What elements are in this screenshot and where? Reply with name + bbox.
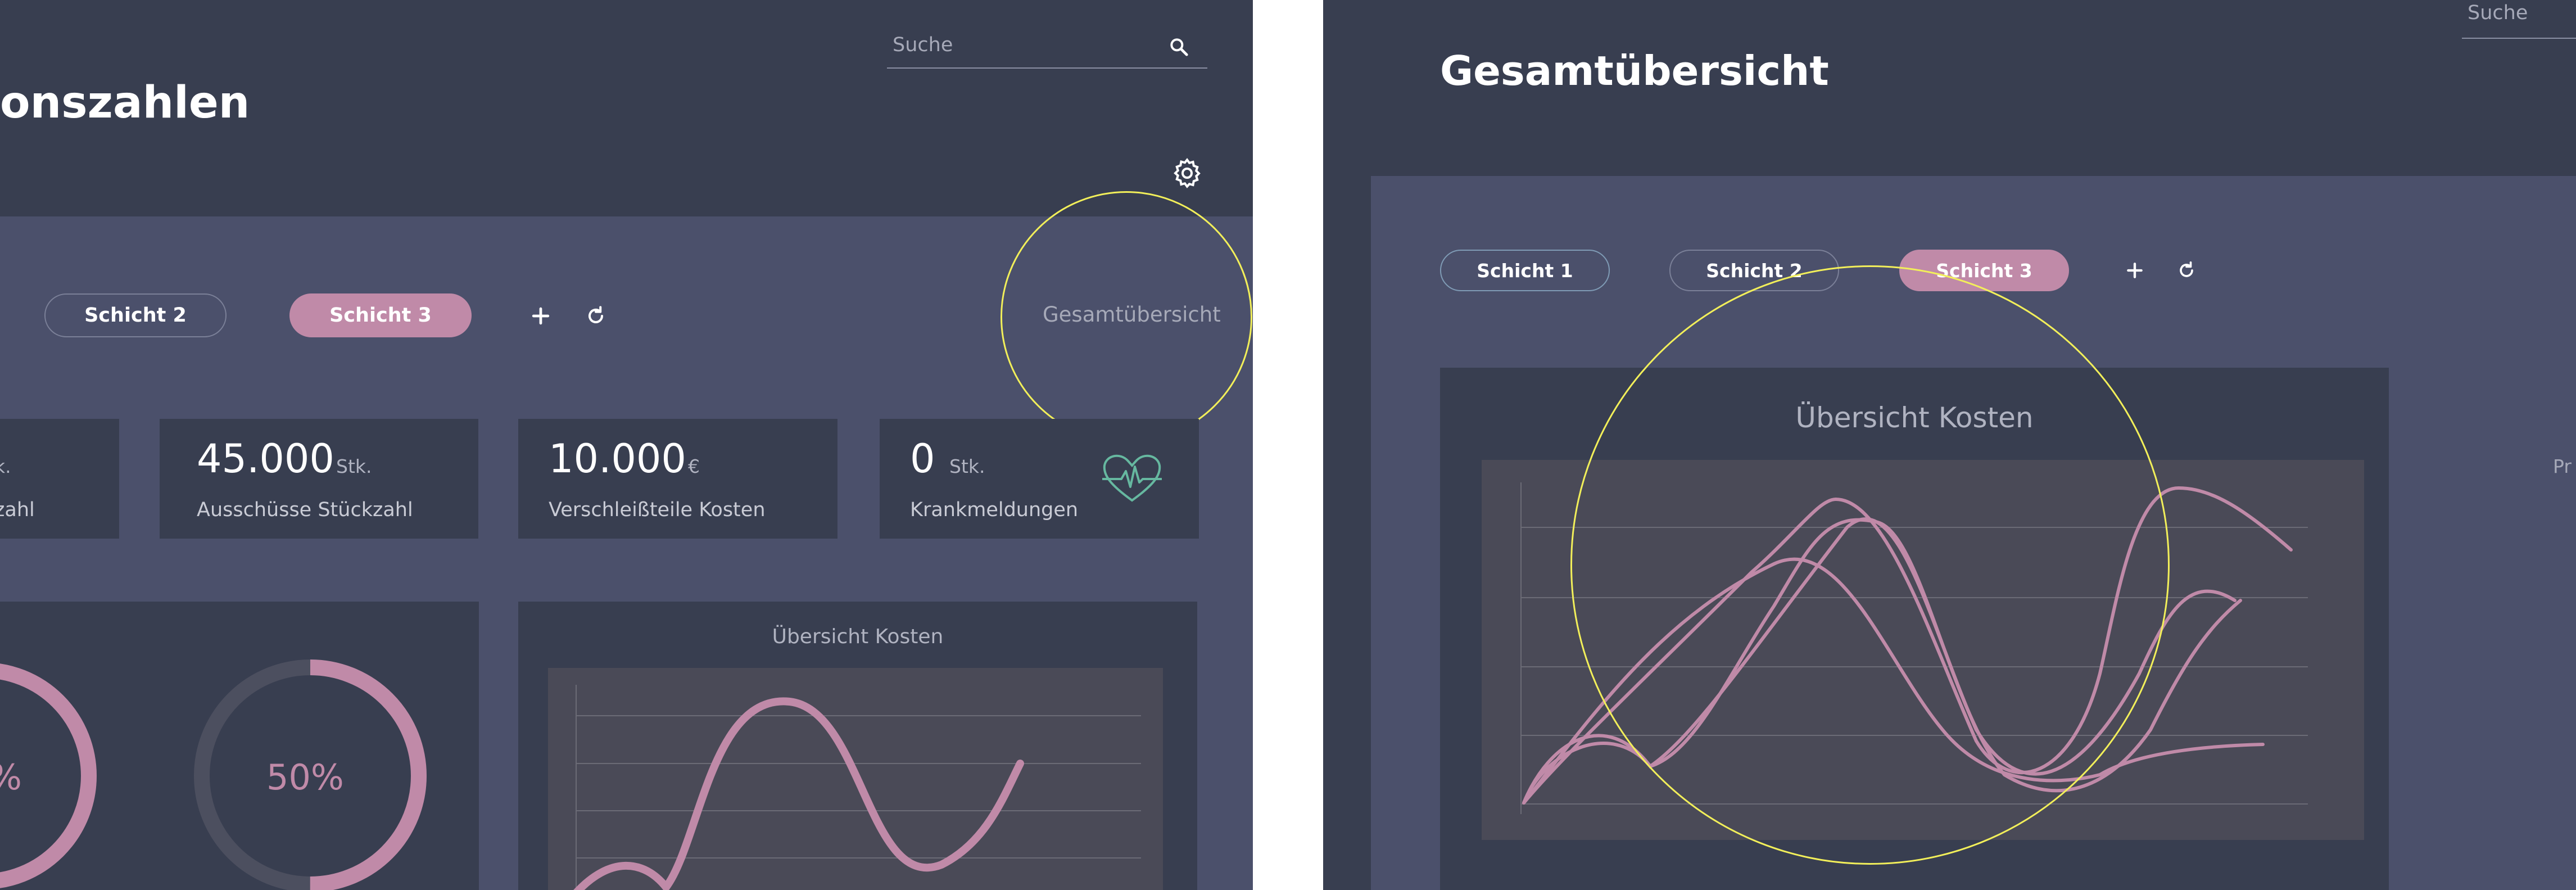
kpi-value: 45.000 — [197, 436, 334, 482]
kpi-label: Verschleißteile Kosten — [549, 499, 766, 521]
kpi-unit: k. — [0, 455, 11, 477]
donut-label-1: % — [0, 757, 22, 798]
click-highlight — [1570, 265, 2170, 865]
kpi-label: zahl — [0, 499, 35, 521]
kpi-value: 0 — [910, 436, 935, 482]
tab-schicht-3[interactable]: Schicht 3 — [289, 293, 472, 337]
plus-icon[interactable] — [528, 304, 553, 328]
cost-line-chart — [548, 668, 1163, 890]
kpi-value: 10.000 — [549, 436, 686, 482]
click-highlight — [1000, 191, 1252, 443]
plus-icon[interactable] — [2124, 259, 2146, 282]
kpi-unit: Stk. — [949, 455, 985, 477]
kpi-unit: € — [688, 455, 700, 477]
search-placeholder: Suche — [893, 34, 953, 56]
heart-pulse-icon — [1099, 450, 1165, 508]
kpi-card-verschleissteile: 10.000 € Verschleißteile Kosten — [518, 419, 837, 539]
page-title: onszahlen — [0, 78, 250, 128]
kpi-card: k. zahl — [0, 419, 119, 539]
chart-title: Übersicht Kosten — [772, 625, 944, 648]
refresh-icon[interactable] — [2175, 259, 2198, 282]
kpi-label: Krankmeldungen — [910, 499, 1079, 521]
tab-schicht-2[interactable]: Schicht 2 — [44, 293, 227, 337]
kpi-unit: Stk. — [336, 455, 372, 477]
search-icon[interactable] — [1168, 36, 1189, 60]
kpi-label: Ausschüsse Stückzahl — [197, 499, 413, 521]
left-screen: Suche onszahlen Schicht 2 Schicht 3 Gesa… — [0, 0, 1253, 890]
kpi-card-krankmeldungen: 0 Stk. Krankmeldungen — [880, 419, 1199, 539]
search-field[interactable]: Suche — [887, 33, 1207, 69]
search-field[interactable]: Suche — [2462, 0, 2576, 39]
cost-chart-card: Übersicht Kosten — [518, 602, 1197, 890]
tab-schicht-1[interactable]: Schicht 1 — [1440, 250, 1610, 291]
refresh-icon[interactable] — [583, 304, 608, 328]
kpi-card-ausschuesse: 45.000 Stk. Ausschüsse Stückzahl — [160, 419, 478, 539]
search-placeholder: Suche — [2468, 2, 2528, 24]
donut-card: % 50% — [0, 602, 479, 890]
right-screen: Suche Gesamtübersicht Schicht 1 Schicht … — [1323, 0, 2576, 890]
side-label: Pr — [2553, 455, 2572, 477]
gear-icon[interactable] — [1170, 156, 1204, 190]
donut-label-2: 50% — [266, 757, 344, 798]
page-title: Gesamtübersicht — [1440, 47, 1829, 94]
